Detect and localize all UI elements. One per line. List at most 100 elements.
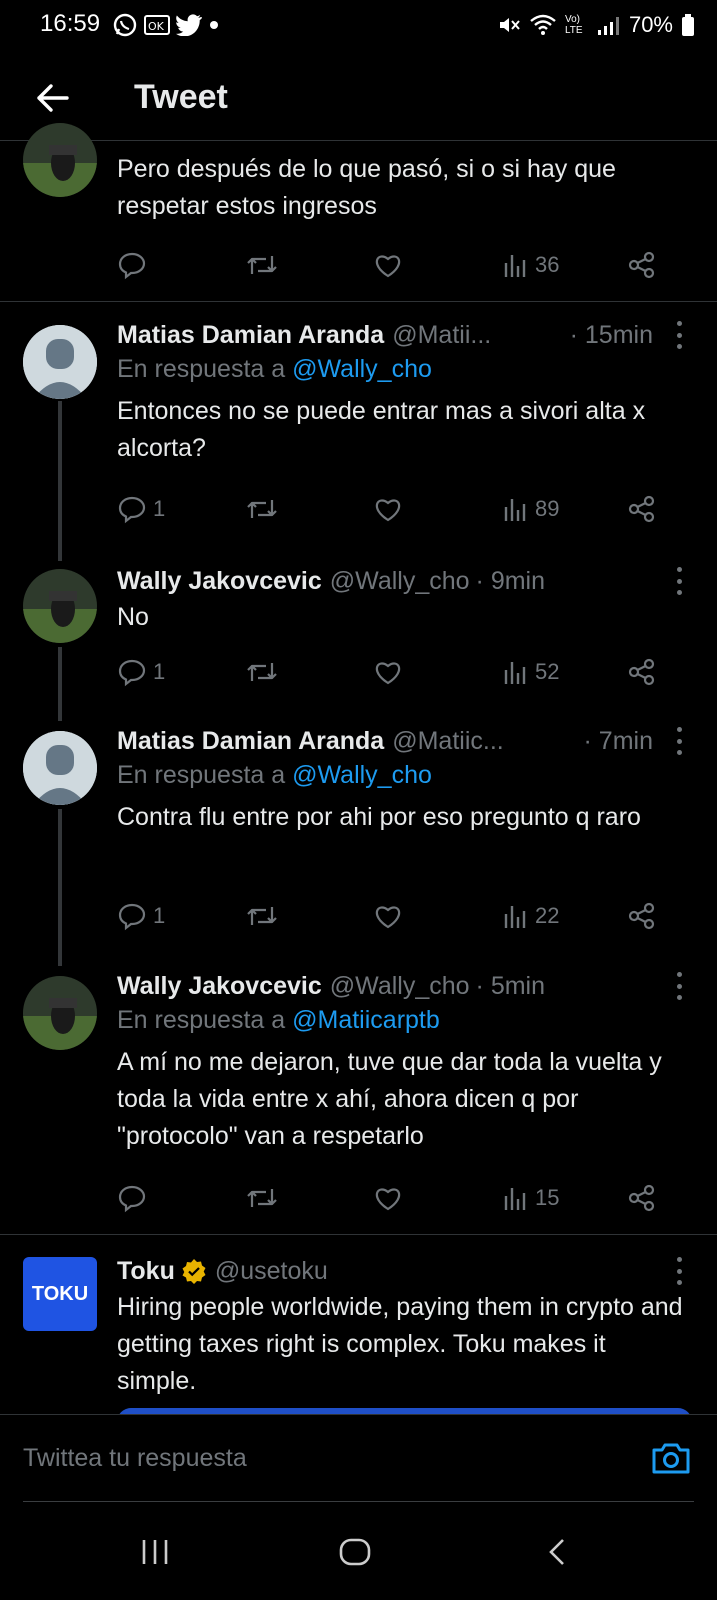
reply-input[interactable]: Twittea tu respuesta bbox=[23, 1415, 247, 1502]
author-handle[interactable]: @Matiic... bbox=[392, 727, 504, 756]
home-button[interactable] bbox=[330, 1530, 380, 1574]
avatar[interactable] bbox=[23, 123, 97, 197]
mention-link[interactable]: @Matiicarptb bbox=[292, 1006, 440, 1034]
back-button[interactable] bbox=[30, 76, 74, 120]
author-handle[interactable]: @usetoku bbox=[215, 1257, 328, 1286]
retweet-button[interactable] bbox=[245, 245, 285, 285]
reply-button[interactable] bbox=[117, 245, 153, 285]
reply-icon bbox=[118, 496, 146, 524]
reply-icon bbox=[118, 1185, 146, 1213]
retweet-button[interactable] bbox=[245, 1178, 279, 1218]
toku-logo[interactable]: TOKU bbox=[23, 1257, 97, 1331]
more-options-icon[interactable] bbox=[675, 321, 683, 349]
avatar[interactable] bbox=[23, 325, 97, 399]
reply-button[interactable]: 1 bbox=[117, 896, 165, 936]
share-button[interactable] bbox=[627, 652, 657, 692]
share-button[interactable] bbox=[627, 245, 657, 285]
page-title: Tweet bbox=[134, 78, 228, 116]
network-label: Vo) LTE bbox=[564, 14, 583, 36]
avatar[interactable] bbox=[23, 731, 97, 805]
reply-icon bbox=[118, 252, 146, 280]
more-options-icon[interactable] bbox=[675, 567, 683, 595]
heart-icon bbox=[375, 499, 401, 522]
thread-line bbox=[58, 809, 62, 966]
author-handle[interactable]: @Wally_cho bbox=[330, 567, 470, 596]
author-name[interactable]: Wally Jakovcevic bbox=[117, 567, 322, 596]
like-button[interactable] bbox=[373, 1178, 403, 1218]
heart-icon bbox=[375, 662, 401, 685]
tweet-text: Entonces no se puede entrar mas a sivori… bbox=[117, 397, 646, 462]
status-bar: 16:59 OK Vo) LTE 70% bbox=[0, 0, 717, 50]
mention-link[interactable]: @Wally_cho bbox=[292, 761, 432, 789]
more-options-icon[interactable] bbox=[675, 972, 683, 1000]
tweet-actions: 1 52 bbox=[117, 652, 677, 692]
like-button[interactable] bbox=[373, 896, 403, 936]
tweet-header: Wally Jakovcevic @Wally_cho · 9min bbox=[117, 563, 687, 599]
views-count: 36 bbox=[535, 252, 560, 277]
tweet-header: Matias Damian Aranda @Matii... · 15min bbox=[117, 317, 687, 353]
reply-button[interactable]: 1 bbox=[117, 489, 165, 529]
more-options-icon[interactable] bbox=[675, 1257, 683, 1285]
retweet-button[interactable] bbox=[245, 896, 279, 936]
retweet-icon bbox=[247, 1189, 277, 1207]
retweet-button[interactable] bbox=[245, 489, 279, 529]
heart-icon bbox=[375, 255, 401, 278]
mention-link[interactable]: @Wally_cho bbox=[292, 355, 432, 383]
bar-chart-icon bbox=[504, 255, 526, 277]
reply-button[interactable] bbox=[117, 1178, 153, 1218]
tweet-actions: 15 bbox=[117, 1178, 677, 1218]
heart-icon bbox=[375, 1188, 401, 1211]
author-name[interactable]: Matias Damian Aranda bbox=[117, 727, 384, 756]
retweet-button[interactable] bbox=[245, 652, 279, 692]
tweet-text: A mí no me dejaron, tuve que dar toda la… bbox=[117, 1048, 662, 1150]
author-handle[interactable]: @Matii... bbox=[392, 321, 491, 350]
heart-icon bbox=[375, 906, 401, 929]
recent-apps-button[interactable] bbox=[130, 1530, 180, 1574]
share-icon bbox=[628, 495, 655, 523]
thread-line bbox=[58, 401, 62, 561]
share-icon bbox=[628, 1184, 655, 1212]
share-button[interactable] bbox=[627, 896, 657, 936]
author-name[interactable]: Wally Jakovcevic bbox=[117, 972, 322, 1001]
arrow-left-icon bbox=[37, 84, 69, 112]
views-button[interactable]: 52 bbox=[503, 652, 559, 692]
outlook-icon: OK bbox=[144, 15, 170, 35]
camera-button[interactable] bbox=[651, 1440, 691, 1476]
status-right: Vo) LTE 70% bbox=[497, 10, 695, 40]
views-button[interactable]: 36 bbox=[503, 245, 559, 285]
author-name[interactable]: Matias Damian Aranda bbox=[117, 321, 384, 350]
mute-icon bbox=[499, 18, 520, 32]
reply-count: 1 bbox=[153, 659, 166, 684]
more-options-icon[interactable] bbox=[675, 727, 683, 755]
back-nav-button[interactable] bbox=[532, 1530, 582, 1574]
avatar[interactable] bbox=[23, 569, 97, 643]
views-button[interactable]: 89 bbox=[503, 489, 559, 529]
views-count: 89 bbox=[535, 496, 560, 521]
avatar[interactable] bbox=[23, 976, 97, 1050]
signal-icon bbox=[597, 17, 619, 35]
views-button[interactable]: 22 bbox=[503, 896, 559, 936]
default-avatar-icon bbox=[23, 731, 97, 805]
tweet-text: Contra flu entre por ahi por eso pregunt… bbox=[117, 803, 641, 831]
like-button[interactable] bbox=[373, 245, 409, 285]
retweet-icon bbox=[247, 907, 277, 925]
tweet-item[interactable]: Wally Jakovcevic @Wally_cho · 9min No bbox=[0, 561, 717, 721]
twitter-icon bbox=[176, 14, 202, 36]
reply-context: En respuesta a @Wally_cho bbox=[117, 355, 432, 383]
views-count: 22 bbox=[535, 903, 560, 928]
author-handle[interactable]: @Wally_cho bbox=[330, 972, 470, 1001]
tweet-actions: 1 89 bbox=[117, 489, 677, 529]
share-button[interactable] bbox=[627, 1178, 657, 1218]
author-name[interactable]: Toku bbox=[117, 1257, 175, 1286]
share-button[interactable] bbox=[627, 489, 657, 529]
tweet-time: · 7min bbox=[583, 726, 653, 755]
like-button[interactable] bbox=[373, 652, 403, 692]
promoted-tweet[interactable]: TOKU Toku @usetoku Hiring people worldwi… bbox=[0, 1235, 717, 1415]
reply-button[interactable]: 1 bbox=[117, 652, 165, 692]
tweet-text: Pero después de lo que pasó, si o si hay… bbox=[117, 155, 616, 220]
wifi-icon bbox=[530, 14, 556, 35]
chevron-left-icon bbox=[549, 1539, 564, 1565]
views-button[interactable]: 15 bbox=[503, 1178, 559, 1218]
like-button[interactable] bbox=[373, 489, 403, 529]
share-icon bbox=[628, 658, 655, 686]
